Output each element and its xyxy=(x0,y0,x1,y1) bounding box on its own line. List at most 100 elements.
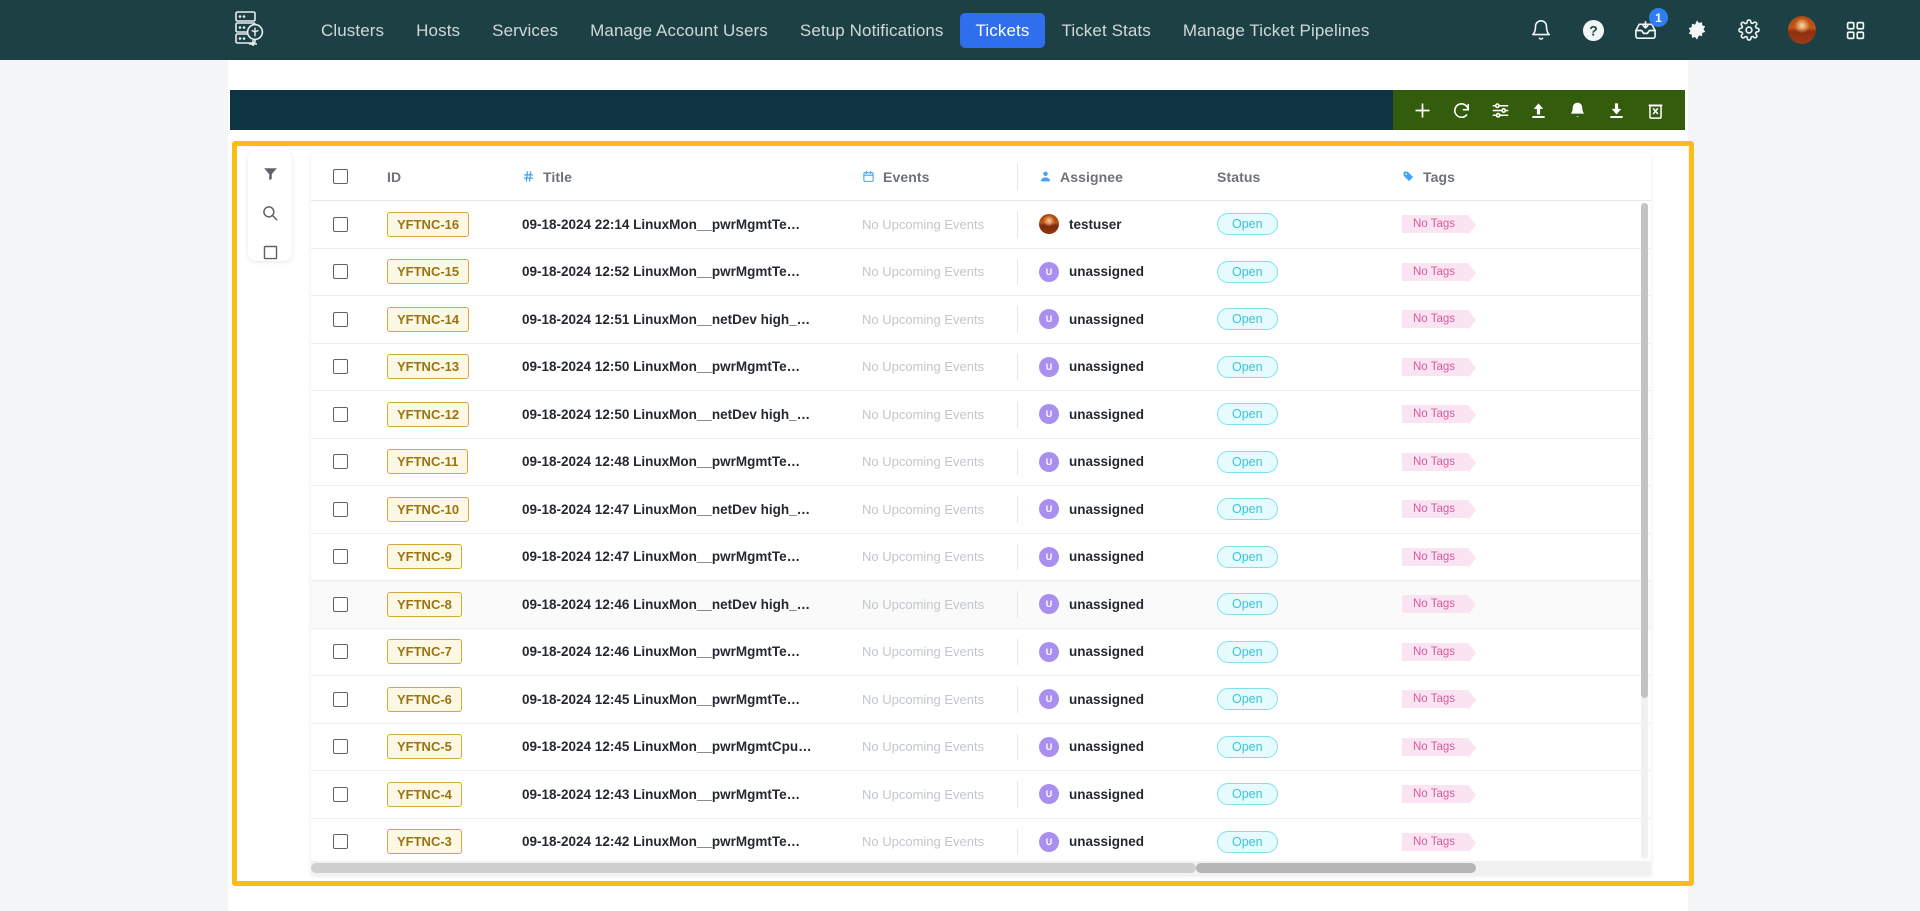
table-row[interactable]: YFTNC-10 09-18-2024 12:47 LinuxMon__netDe… xyxy=(311,486,1651,534)
nav-link-setup-notifications[interactable]: Setup Notifications xyxy=(784,13,960,48)
table-row[interactable]: YFTNC-5 09-18-2024 12:45 LinuxMon__pwrMgm… xyxy=(311,723,1651,771)
grid-horizontal-scroll-thumb[interactable] xyxy=(1196,863,1476,873)
nav-link-manage-account-users[interactable]: Manage Account Users xyxy=(574,13,784,48)
user-avatar[interactable] xyxy=(1788,16,1816,44)
alert-bell-button[interactable] xyxy=(1566,98,1590,122)
table-row[interactable]: YFTNC-14 09-18-2024 12:51 LinuxMon__netDe… xyxy=(311,296,1651,344)
tags-badge[interactable]: No Tags xyxy=(1402,547,1476,568)
column-header-events[interactable]: Events xyxy=(862,169,1017,185)
ticket-title[interactable]: 09-18-2024 12:43 LinuxMon__pwrMgmtTe… xyxy=(522,787,800,802)
status-badge[interactable]: Open xyxy=(1217,308,1278,331)
ticket-title[interactable]: 09-18-2024 12:52 LinuxMon__pwrMgmtTe… xyxy=(522,264,800,279)
select-all-checkbox[interactable] xyxy=(333,169,348,184)
ticket-id-chip[interactable]: YFTNC-16 xyxy=(387,211,470,237)
ticket-id-chip[interactable]: YFTNC-8 xyxy=(387,591,462,617)
status-badge[interactable]: Open xyxy=(1217,545,1278,568)
settings-gear-icon[interactable] xyxy=(1736,17,1762,43)
table-row[interactable]: YFTNC-11 09-18-2024 12:48 LinuxMon__pwrMg… xyxy=(311,438,1651,486)
ticket-title[interactable]: 09-18-2024 12:50 LinuxMon__pwrMgmtTe… xyxy=(522,359,800,374)
add-ticket-button[interactable] xyxy=(1410,98,1434,122)
tags-badge[interactable]: No Tags xyxy=(1402,357,1476,378)
grid-horizontal-scroll-track-left[interactable] xyxy=(311,863,1196,873)
table-row[interactable]: YFTNC-12 09-18-2024 12:50 LinuxMon__netDe… xyxy=(311,391,1651,439)
row-checkbox[interactable] xyxy=(333,359,348,375)
column-header-tags[interactable]: Tags xyxy=(1402,169,1617,185)
table-row[interactable]: YFTNC-13 09-18-2024 12:50 LinuxMon__pwrMg… xyxy=(311,343,1651,391)
row-checkbox[interactable] xyxy=(333,264,348,280)
ticket-title[interactable]: 09-18-2024 12:47 LinuxMon__pwrMgmtTe… xyxy=(522,549,800,564)
ticket-id-chip[interactable]: YFTNC-4 xyxy=(387,781,462,807)
row-checkbox[interactable] xyxy=(333,644,348,660)
ticket-id-chip[interactable]: YFTNC-3 xyxy=(387,829,462,855)
row-checkbox[interactable] xyxy=(333,739,348,755)
ticket-title[interactable]: 09-18-2024 12:46 LinuxMon__netDev high_… xyxy=(522,597,810,612)
row-checkbox[interactable] xyxy=(333,454,348,470)
tags-badge[interactable]: No Tags xyxy=(1402,452,1476,473)
nav-link-services[interactable]: Services xyxy=(476,13,574,48)
status-badge[interactable]: Open xyxy=(1217,688,1278,711)
nav-link-tickets[interactable]: Tickets xyxy=(959,12,1046,48)
ticket-title[interactable]: 09-18-2024 12:46 LinuxMon__pwrMgmtTe… xyxy=(522,644,800,659)
ticket-title[interactable]: 09-18-2024 12:51 LinuxMon__netDev high_… xyxy=(522,312,810,327)
row-checkbox[interactable] xyxy=(333,216,348,232)
inbox-download-icon[interactable]: 1 xyxy=(1632,8,1668,43)
row-checkbox[interactable] xyxy=(333,549,348,565)
nav-link-hosts[interactable]: Hosts xyxy=(400,13,476,48)
row-checkbox[interactable] xyxy=(333,834,348,850)
nav-link-manage-ticket-pipelines[interactable]: Manage Ticket Pipelines xyxy=(1167,13,1386,48)
column-header-status[interactable]: Status xyxy=(1217,169,1402,185)
table-row[interactable]: YFTNC-16 09-18-2024 22:14 LinuxMon__pwrMg… xyxy=(311,201,1651,249)
tags-badge[interactable]: No Tags xyxy=(1402,215,1476,236)
tags-badge[interactable]: No Tags xyxy=(1402,690,1476,711)
status-badge[interactable]: Open xyxy=(1217,403,1278,426)
grid-vertical-scrollbar[interactable] xyxy=(1641,203,1648,859)
column-header-title[interactable]: Title xyxy=(522,169,862,185)
dark-mode-toggle-icon[interactable] xyxy=(1684,17,1710,43)
ticket-id-chip[interactable]: YFTNC-13 xyxy=(387,354,470,380)
nav-link-ticket-stats[interactable]: Ticket Stats xyxy=(1045,13,1166,48)
row-checkbox[interactable] xyxy=(333,311,348,327)
ticket-title[interactable]: 09-18-2024 12:45 LinuxMon__pwrMgmtTe… xyxy=(522,692,800,707)
ticket-id-chip[interactable]: YFTNC-12 xyxy=(387,401,470,427)
help-circle-icon[interactable]: ? xyxy=(1580,17,1606,43)
search-icon[interactable] xyxy=(259,204,281,222)
table-row[interactable]: YFTNC-15 09-18-2024 12:52 LinuxMon__pwrMg… xyxy=(311,248,1651,296)
tags-badge[interactable]: No Tags xyxy=(1402,405,1476,426)
tags-badge[interactable]: No Tags xyxy=(1402,500,1476,521)
table-row[interactable]: YFTNC-9 09-18-2024 12:47 LinuxMon__pwrMgm… xyxy=(311,533,1651,581)
nav-link-clusters[interactable]: Clusters xyxy=(305,13,400,48)
upload-button[interactable] xyxy=(1527,98,1551,122)
ticket-id-chip[interactable]: YFTNC-14 xyxy=(387,306,470,332)
column-select-icon[interactable] xyxy=(259,244,281,261)
server-rack-icon[interactable] xyxy=(228,6,272,52)
tags-badge[interactable]: No Tags xyxy=(1402,642,1476,663)
table-row[interactable]: YFTNC-4 09-18-2024 12:43 LinuxMon__pwrMgm… xyxy=(311,771,1651,819)
column-header-assignee[interactable]: Assignee xyxy=(1017,169,1217,185)
tags-badge[interactable]: No Tags xyxy=(1402,832,1476,853)
delete-button[interactable] xyxy=(1643,98,1667,122)
ticket-id-chip[interactable]: YFTNC-6 xyxy=(387,686,462,712)
table-row[interactable]: YFTNC-7 09-18-2024 12:46 LinuxMon__pwrMgm… xyxy=(311,628,1651,676)
ticket-title[interactable]: 09-18-2024 12:50 LinuxMon__netDev high_… xyxy=(522,407,810,422)
ticket-title[interactable]: 09-18-2024 12:48 LinuxMon__pwrMgmtTe… xyxy=(522,454,800,469)
ticket-title[interactable]: 09-18-2024 12:42 LinuxMon__pwrMgmtTe… xyxy=(522,834,800,849)
tags-badge[interactable]: No Tags xyxy=(1402,310,1476,331)
row-checkbox[interactable] xyxy=(333,501,348,517)
status-badge[interactable]: Open xyxy=(1217,213,1278,236)
row-checkbox[interactable] xyxy=(333,596,348,612)
row-checkbox[interactable] xyxy=(333,786,348,802)
ticket-id-chip[interactable]: YFTNC-7 xyxy=(387,639,462,665)
row-checkbox[interactable] xyxy=(333,406,348,422)
grid-vertical-scroll-thumb[interactable] xyxy=(1641,203,1648,698)
app-grid-icon[interactable] xyxy=(1842,17,1868,43)
table-row[interactable]: YFTNC-6 09-18-2024 12:45 LinuxMon__pwrMgm… xyxy=(311,676,1651,724)
status-badge[interactable]: Open xyxy=(1217,450,1278,473)
ticket-title[interactable]: 09-18-2024 12:45 LinuxMon__pwrMgmtCpu… xyxy=(522,739,812,754)
status-badge[interactable]: Open xyxy=(1217,260,1278,283)
status-badge[interactable]: Open xyxy=(1217,498,1278,521)
ticket-id-chip[interactable]: YFTNC-15 xyxy=(387,259,470,285)
status-badge[interactable]: Open xyxy=(1217,830,1278,853)
ticket-id-chip[interactable]: YFTNC-10 xyxy=(387,496,470,522)
ticket-title[interactable]: 09-18-2024 12:47 LinuxMon__netDev high_… xyxy=(522,502,810,517)
grid-horizontal-scrollbar[interactable] xyxy=(311,861,1651,875)
